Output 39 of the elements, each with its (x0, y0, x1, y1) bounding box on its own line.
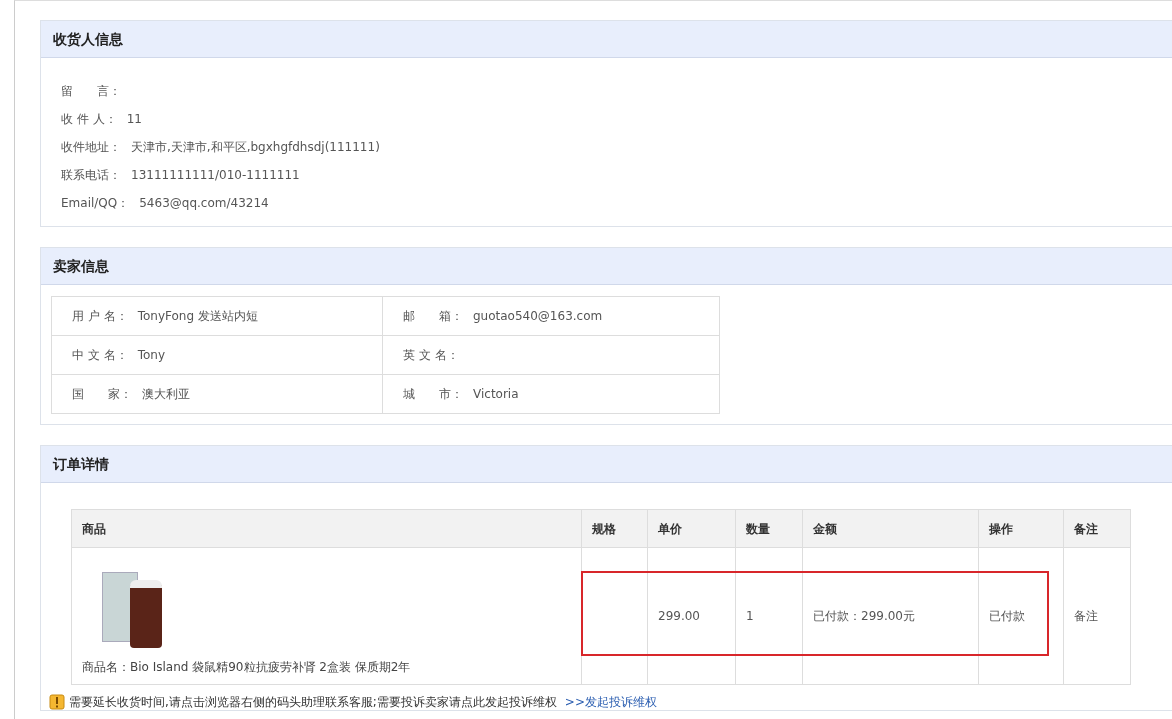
field-value: 5463@qq.com/43214 (139, 196, 269, 210)
field-value: 天津市,天津市,和平区,bgxhgfdhsdj(111111) (131, 138, 380, 156)
table-cell: 299.00 (647, 547, 736, 685)
field-value: TonyFong 发送站内短 (137, 308, 258, 323)
column-header: 规格 (581, 509, 648, 548)
field-value: guotao540@163.com (473, 308, 603, 323)
field-label: 英 文 名： (403, 347, 459, 362)
warning-icon (49, 694, 65, 710)
field-value: 11 (126, 112, 142, 126)
field-label: 城 市： (403, 386, 463, 401)
column-header: 商品 (71, 509, 582, 548)
field-label: 留 言： (61, 82, 121, 100)
field-label: 用 户 名： (72, 308, 128, 323)
column-header: 数量 (735, 509, 803, 548)
notice-text: 需要延长收货时间,请点击浏览器右侧的码头助理联系客服;需要投诉卖家请点此发起投诉维权 (69, 694, 557, 710)
field-value: Tony (137, 347, 165, 362)
table-cell: 备注 (1063, 547, 1131, 685)
complaint-link[interactable]: >>发起投诉维权 (564, 694, 657, 710)
table-cell: 1 (735, 547, 803, 685)
field-label: 收 件 人： (61, 110, 117, 128)
column-header: 单价 (647, 509, 736, 548)
product-name: 商品名：Bio Island 袋鼠精90粒抗疲劳补肾 2盒装 保质期2年 (82, 660, 412, 674)
field-value: 13111111111/010-1111111 (131, 168, 300, 182)
field-label: 联系电话： (61, 166, 121, 184)
section-title: 收货人信息 (41, 21, 1172, 58)
column-header: 备注 (1063, 509, 1131, 548)
column-header: 金额 (802, 509, 979, 548)
column-header: 操作 (978, 509, 1064, 548)
table-cell: 已付款 (978, 547, 1064, 685)
field-label: Email/QQ： (61, 194, 130, 212)
field-value: Victoria (473, 386, 519, 401)
section-title: 卖家信息 (41, 248, 1172, 285)
field-label: 国 家： (72, 386, 132, 401)
field-value: 澳大利亚 (142, 386, 190, 401)
table-cell: 已付款：299.00元 (802, 547, 979, 685)
field-label: 邮 箱： (403, 308, 463, 323)
field-label: 收件地址： (61, 138, 121, 156)
field-label: 中 文 名： (72, 347, 128, 362)
section-title: 订单详情 (41, 446, 1172, 483)
